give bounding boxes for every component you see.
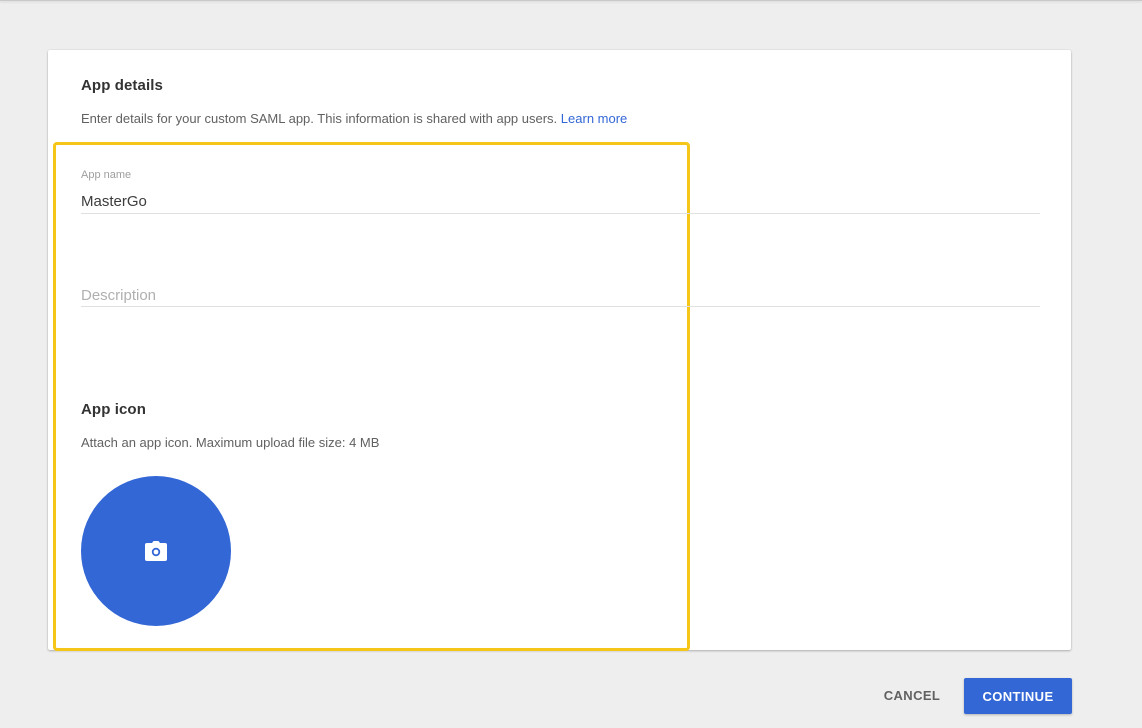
app-name-input[interactable] xyxy=(81,192,1040,210)
app-icon-title: App icon xyxy=(81,401,146,418)
app-icon-upload-button[interactable] xyxy=(81,476,231,626)
camera-icon xyxy=(145,541,167,561)
app-details-title: App details xyxy=(81,77,163,94)
app-name-label: App name xyxy=(81,169,132,181)
top-divider xyxy=(0,0,1142,1)
cancel-button[interactable]: CANCEL xyxy=(872,678,952,713)
continue-button[interactable]: CONTINUE xyxy=(964,678,1072,714)
app-details-description: Enter details for your custom SAML app. … xyxy=(81,111,627,126)
app-name-field[interactable]: App name xyxy=(81,169,1040,215)
description-input[interactable] xyxy=(81,286,1040,304)
app-icon-description: Attach an app icon. Maximum upload file … xyxy=(81,435,380,450)
app-details-card: App details Enter details for your custo… xyxy=(48,50,1071,651)
description-field[interactable] xyxy=(81,284,1040,308)
description-underline xyxy=(81,306,1040,307)
app-name-underline xyxy=(81,213,1040,214)
app-details-description-text: Enter details for your custom SAML app. … xyxy=(81,111,558,126)
learn-more-link[interactable]: Learn more xyxy=(561,111,627,126)
